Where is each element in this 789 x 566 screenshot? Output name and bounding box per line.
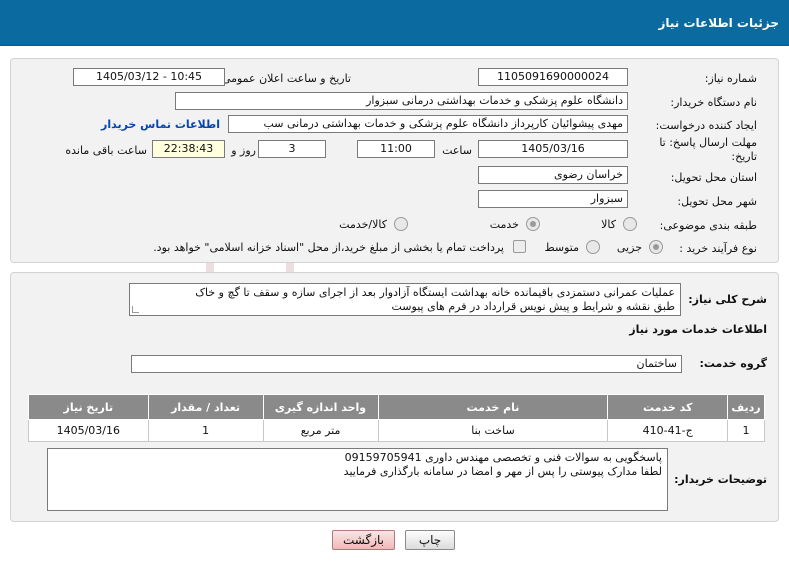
cell-service-name: ساخت بنا <box>377 419 609 442</box>
need-number-field: 1105091690000024 <box>478 68 628 86</box>
col-header-unit: واحد اندازه گیری <box>262 394 379 420</box>
col-header-service-code: کد خدمت <box>607 394 728 420</box>
deadline-label-date: تاریخ: <box>731 150 757 163</box>
purchase-option-minor: جزیی <box>616 241 642 254</box>
category-label: طبقه بندی موضوعی: <box>659 219 757 232</box>
deadline-days-label: روز و <box>231 144 256 157</box>
table-row: 1 ج-41-410 ساخت بنا متر مربع 1 1405/03/1… <box>28 419 766 442</box>
buyer-notes-line-2: لطفا مدارک پیوستی را پس از مهر و امضا در… <box>343 465 662 478</box>
category-radio-goods-service[interactable] <box>394 217 408 231</box>
col-header-need-date: تاریخ نیاز <box>28 394 149 420</box>
category-radio-service[interactable] <box>526 217 540 231</box>
category-option-goods: کالا <box>601 218 616 231</box>
cell-row-number: 1 <box>726 419 766 442</box>
category-option-goods-service: کالا/خدمت <box>339 218 387 231</box>
requester-field: مهدی پیشوائیان کارپرداز دانشگاه علوم پزش… <box>228 115 628 133</box>
page-title: جزئیات اطلاعات نیاز <box>658 16 779 30</box>
deadline-time-label: ساعت <box>442 144 472 157</box>
col-header-quantity: تعداد / مقدار <box>147 394 264 420</box>
need-number-label: شماره نیاز: <box>704 72 757 85</box>
resize-handle-icon[interactable] <box>132 306 139 313</box>
city-field: سبزوار <box>478 190 628 208</box>
purchase-type-label: نوع فرآیند خرید : <box>679 242 757 255</box>
buyer-notes-textarea[interactable]: پاسخگویی به سوالات فنی و تخصصی مهندس داو… <box>47 448 668 511</box>
purchase-radio-medium[interactable] <box>586 240 600 254</box>
treasury-payment-note: پرداخت تمام یا بخشی از مبلغ خرید،از محل … <box>153 241 504 254</box>
cell-unit: متر مربع <box>262 419 379 442</box>
deadline-date-field: 1405/03/16 <box>478 140 628 158</box>
back-button[interactable]: بازگشت <box>332 530 395 550</box>
province-label: استان محل تحویل: <box>670 171 757 184</box>
buyer-org-label: نام دستگاه خریدار: <box>670 96 757 109</box>
page-header: جزئیات اطلاعات نیاز <box>0 0 789 46</box>
cell-need-date: 1405/03/16 <box>28 419 149 442</box>
treasury-payment-checkbox[interactable] <box>513 240 526 253</box>
service-group-field: ساختمان <box>131 355 682 373</box>
category-option-service: خدمت <box>489 218 519 231</box>
buyer-contact-link[interactable]: اطلاعات تماس خریدار <box>101 118 220 131</box>
description-label: شرح کلی نیاز: <box>688 293 767 306</box>
city-label: شهر محل تحویل: <box>677 195 757 208</box>
province-field: خراسان رضوی <box>478 166 628 184</box>
announce-datetime-label: تاریخ و ساعت اعلان عمومی: <box>218 72 351 85</box>
buyer-notes-label: توضیحات خریدار: <box>674 473 767 486</box>
deadline-time-field: 11:00 <box>357 140 435 158</box>
col-header-service-name: نام خدمت <box>377 394 609 420</box>
announce-datetime-field: 1405/03/12 - 10:45 <box>73 68 225 86</box>
info-panel <box>10 58 779 263</box>
buyer-notes-line-1: پاسخگویی به سوالات فنی و تخصصی مهندس داو… <box>344 451 662 464</box>
service-group-label: گروه خدمت: <box>699 357 767 370</box>
category-radio-goods[interactable] <box>623 217 637 231</box>
services-table: ردیف کد خدمت نام خدمت واحد اندازه گیری ت… <box>28 394 766 442</box>
table-header-row: ردیف کد خدمت نام خدمت واحد اندازه گیری ت… <box>28 394 766 420</box>
buyer-org-field: دانشگاه علوم پزشکی و خدمات بهداشتی درمان… <box>175 92 628 110</box>
requester-label: ایجاد کننده درخواست: <box>655 119 757 132</box>
purchase-radio-minor[interactable] <box>649 240 663 254</box>
deadline-label: مهلت ارسال پاسخ: تا <box>659 136 757 149</box>
deadline-days-field: 3 <box>258 140 326 158</box>
services-section-title: اطلاعات خدمات مورد نیاز <box>629 323 767 336</box>
cell-quantity: 1 <box>147 419 264 442</box>
cell-service-code: ج-41-410 <box>607 419 728 442</box>
remaining-time-field: 22:38:43 <box>152 140 225 158</box>
print-button[interactable]: چاپ <box>405 530 455 550</box>
description-line-2: طبق نقشه و شرایط و پیش نویس قرارداد در ف… <box>391 300 676 313</box>
description-line-1: عملیات عمرانی دستمزدی باقیمانده خانه بهد… <box>195 286 675 299</box>
remaining-time-label: ساعت باقی مانده <box>65 144 147 157</box>
col-header-row-number: ردیف <box>726 394 766 420</box>
description-textarea[interactable]: عملیات عمرانی دستمزدی باقیمانده خانه بهد… <box>129 283 681 316</box>
purchase-option-medium: متوسط <box>544 241 579 254</box>
